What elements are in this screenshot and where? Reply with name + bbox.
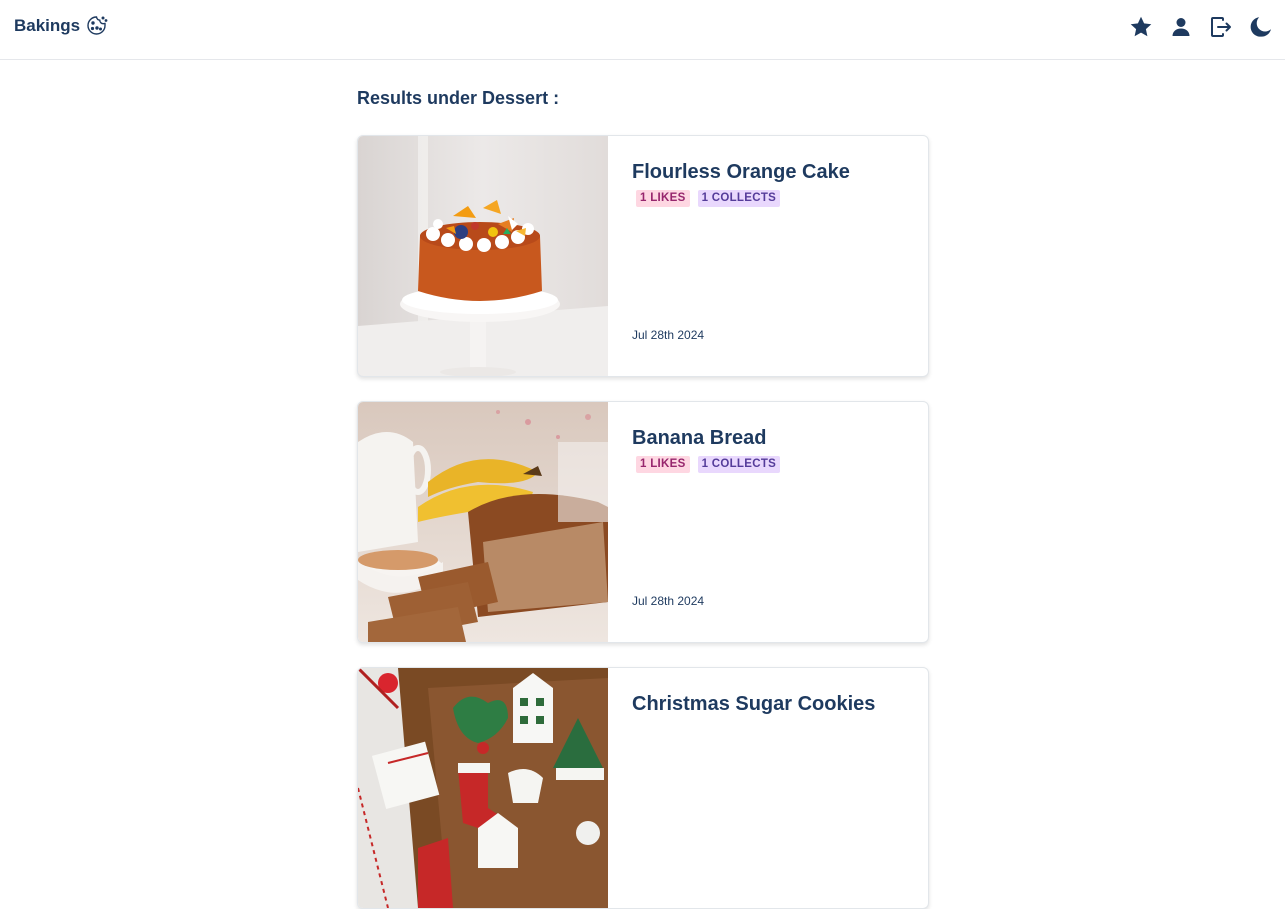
recipe-card-body: Banana Bread 1 LIKES 1 COLLECTS Jul 28th…	[608, 402, 928, 642]
recipe-card-body: Flourless Orange Cake 1 LIKES 1 COLLECTS…	[608, 136, 928, 376]
likes-badge: 1 LIKES	[636, 190, 690, 207]
banana-bread-image	[358, 402, 608, 642]
logout-icon[interactable]	[1209, 14, 1233, 40]
recipe-date: Jul 28th 2024	[632, 328, 705, 342]
user-icon[interactable]	[1169, 14, 1193, 40]
moon-icon[interactable]	[1249, 14, 1273, 40]
recipe-card[interactable]: Christmas Sugar Cookies	[357, 667, 929, 909]
likes-badge: 1 LIKES	[636, 456, 690, 473]
sugar-cookies-image	[358, 668, 608, 908]
recipe-date: Jul 28th 2024	[632, 594, 705, 608]
navbar: Bakings	[0, 0, 1285, 60]
brand-link[interactable]: Bakings	[14, 15, 108, 37]
recipe-badges: 1 LIKES 1 COLLECTS	[636, 456, 904, 473]
results-heading: Results under Dessert :	[357, 88, 560, 108]
recipe-card[interactable]: Banana Bread 1 LIKES 1 COLLECTS Jul 28th…	[357, 401, 929, 643]
recipe-badges: 1 LIKES 1 COLLECTS	[636, 190, 904, 207]
recipe-title[interactable]: Christmas Sugar Cookies	[632, 692, 904, 716]
recipe-card-body: Christmas Sugar Cookies	[608, 668, 928, 908]
star-icon[interactable]	[1129, 14, 1153, 40]
cookie-icon	[86, 15, 108, 37]
collects-badge: 1 COLLECTS	[697, 456, 781, 473]
collects-badge: 1 COLLECTS	[697, 190, 781, 207]
orange-cake-image	[358, 136, 608, 376]
recipe-title[interactable]: Banana Bread	[632, 426, 904, 450]
nav-icons	[1129, 14, 1273, 40]
brand-name: Bakings	[14, 16, 81, 35]
recipe-title[interactable]: Flourless Orange Cake	[632, 160, 904, 184]
recipe-card[interactable]: Flourless Orange Cake 1 LIKES 1 COLLECTS…	[357, 135, 929, 377]
